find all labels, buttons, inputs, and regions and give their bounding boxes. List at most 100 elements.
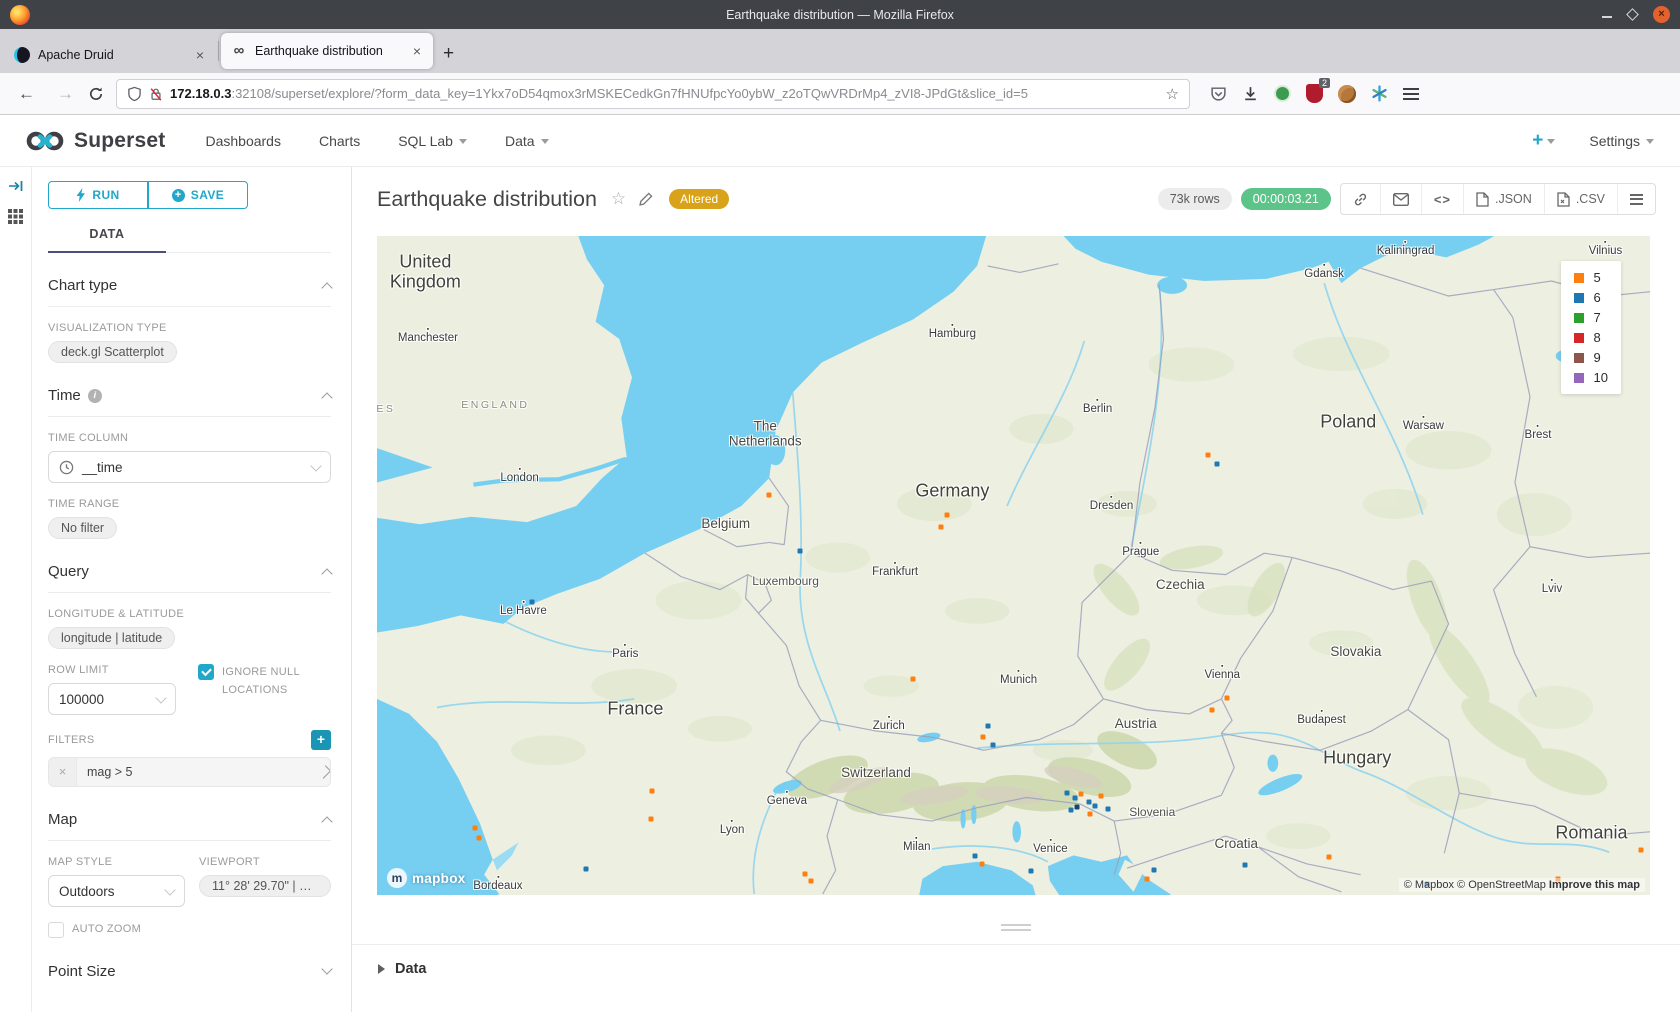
window-close-button[interactable]: × [1653,6,1670,23]
browser-menu-icon[interactable] [1403,85,1419,103]
downloads-icon[interactable] [1242,85,1259,102]
nav-dashboards[interactable]: Dashboards [205,133,281,149]
data-point[interactable] [1639,848,1644,853]
data-point[interactable] [767,492,772,497]
edit-properties-icon[interactable] [638,192,653,207]
panel-drag-handle[interactable] [352,924,1680,931]
email-button[interactable] [1380,184,1421,214]
data-point[interactable] [910,676,915,681]
ublock-extension-icon[interactable]: 2 [1306,84,1323,103]
data-point[interactable] [991,742,996,747]
data-point[interactable] [938,525,943,530]
tab-apache-druid[interactable]: Apache Druid × [4,37,216,73]
save-button[interactable]: + SAVE [148,181,248,209]
reload-button[interactable] [88,86,104,102]
window-minimize-button[interactable] [1602,12,1612,18]
data-point[interactable] [583,866,588,871]
section-header[interactable]: Timei [48,387,331,417]
legend-item[interactable]: 10 [1574,370,1608,385]
tab-close-icon[interactable]: × [194,47,206,63]
time-range-pill[interactable]: No filter [48,517,117,539]
legend-item[interactable]: 6 [1574,290,1608,305]
mapbox-logo[interactable]: m mapbox [387,868,466,888]
viewport-pill[interactable]: 11° 28' 29.70" | 50... [199,875,331,897]
section-header[interactable]: Query [48,563,331,593]
data-point[interactable] [1064,790,1069,795]
add-filter-button[interactable]: + [311,730,331,750]
settings-menu[interactable]: Settings [1589,133,1654,149]
favorite-star-icon[interactable]: ☆ [611,189,626,209]
data-point[interactable] [1075,805,1080,810]
url-bar[interactable]: 172.18.0.3:32108/superset/explore/?form_… [116,79,1190,109]
export-json-button[interactable]: .JSON [1463,184,1544,214]
data-point[interactable] [649,788,654,793]
legend-item[interactable]: 7 [1574,310,1608,325]
data-point[interactable] [648,817,653,822]
legend-item[interactable]: 8 [1574,330,1608,345]
data-point[interactable] [1327,855,1332,860]
filter-item[interactable]: × mag > 5 [48,757,331,787]
section-header[interactable]: Map [48,811,331,841]
ignore-null-checkbox[interactable] [198,664,214,680]
data-point[interactable] [973,854,978,859]
viz-type-pill[interactable]: deck.gl Scatterplot [48,341,177,363]
bookmark-star-icon[interactable]: ☆ [1166,85,1179,103]
map-style-select[interactable]: Outdoors [48,875,185,907]
row-limit-select[interactable]: 100000 [48,683,176,715]
nav-data[interactable]: Data [505,133,549,149]
new-item-button[interactable]: + [1532,130,1555,152]
extension-asterisk-icon[interactable] [1371,85,1388,102]
forward-button[interactable]: → [49,84,82,104]
data-point[interactable] [1087,811,1092,816]
insecure-lock-icon[interactable] [149,86,163,102]
extension-privacy-icon[interactable] [1274,85,1291,102]
cookie-extension-icon[interactable] [1338,85,1356,103]
run-button[interactable]: RUN [48,181,148,209]
collapse-panel-icon[interactable] [8,179,24,193]
data-point[interactable] [1225,695,1230,700]
pocket-icon[interactable] [1210,85,1227,102]
window-maximize-button[interactable] [1626,8,1639,21]
data-point[interactable] [1072,796,1077,801]
data-point[interactable] [1086,800,1091,805]
data-point[interactable] [530,600,535,605]
data-point[interactable] [473,825,478,830]
data-point[interactable] [797,549,802,554]
results-panel-toggle[interactable]: Data [352,944,1680,977]
export-csv-button[interactable]: .CSV [1544,184,1617,214]
deckgl-scatterplot-map[interactable]: United KingdomManchesterENGLANDESLondonT… [377,236,1650,895]
superset-brand[interactable]: Superset [26,129,165,153]
data-point[interactable] [1099,794,1104,799]
data-point[interactable] [1068,807,1073,812]
auto-zoom-checkbox[interactable] [48,922,64,938]
section-header[interactable]: Chart type [48,277,331,307]
data-point[interactable] [1029,869,1034,874]
altered-badge[interactable]: Altered [669,189,729,209]
data-point[interactable] [476,835,481,840]
nav-charts[interactable]: Charts [319,133,360,149]
data-point[interactable] [1243,862,1248,867]
data-point[interactable] [1206,453,1211,458]
tracking-shield-icon[interactable] [127,86,142,102]
new-tab-button[interactable]: + [443,43,454,65]
legend-item[interactable]: 9 [1574,350,1608,365]
chart-menu-button[interactable] [1617,184,1655,214]
data-point[interactable] [1215,462,1220,467]
tab-close-icon[interactable]: × [411,43,423,59]
data-point[interactable] [986,723,991,728]
tab-earthquake-distribution[interactable]: ∞ Earthquake distribution × [221,33,433,69]
data-point[interactable] [1210,707,1215,712]
lonlat-pill[interactable]: longitude | latitude [48,627,175,649]
improve-map-link[interactable]: Improve this map [1549,879,1640,891]
remove-filter-icon[interactable]: × [49,758,77,786]
data-point[interactable] [1092,804,1097,809]
tab-data[interactable]: DATA [48,227,166,253]
legend-item[interactable]: 5 [1574,270,1608,285]
data-point[interactable] [1105,807,1110,812]
data-point[interactable] [1151,867,1156,872]
section-header[interactable]: Point Size [48,963,331,992]
time-column-select[interactable]: __time [48,451,331,483]
dataset-grid-icon[interactable] [8,209,23,224]
back-button[interactable]: ← [10,84,43,104]
data-point[interactable] [809,879,814,884]
